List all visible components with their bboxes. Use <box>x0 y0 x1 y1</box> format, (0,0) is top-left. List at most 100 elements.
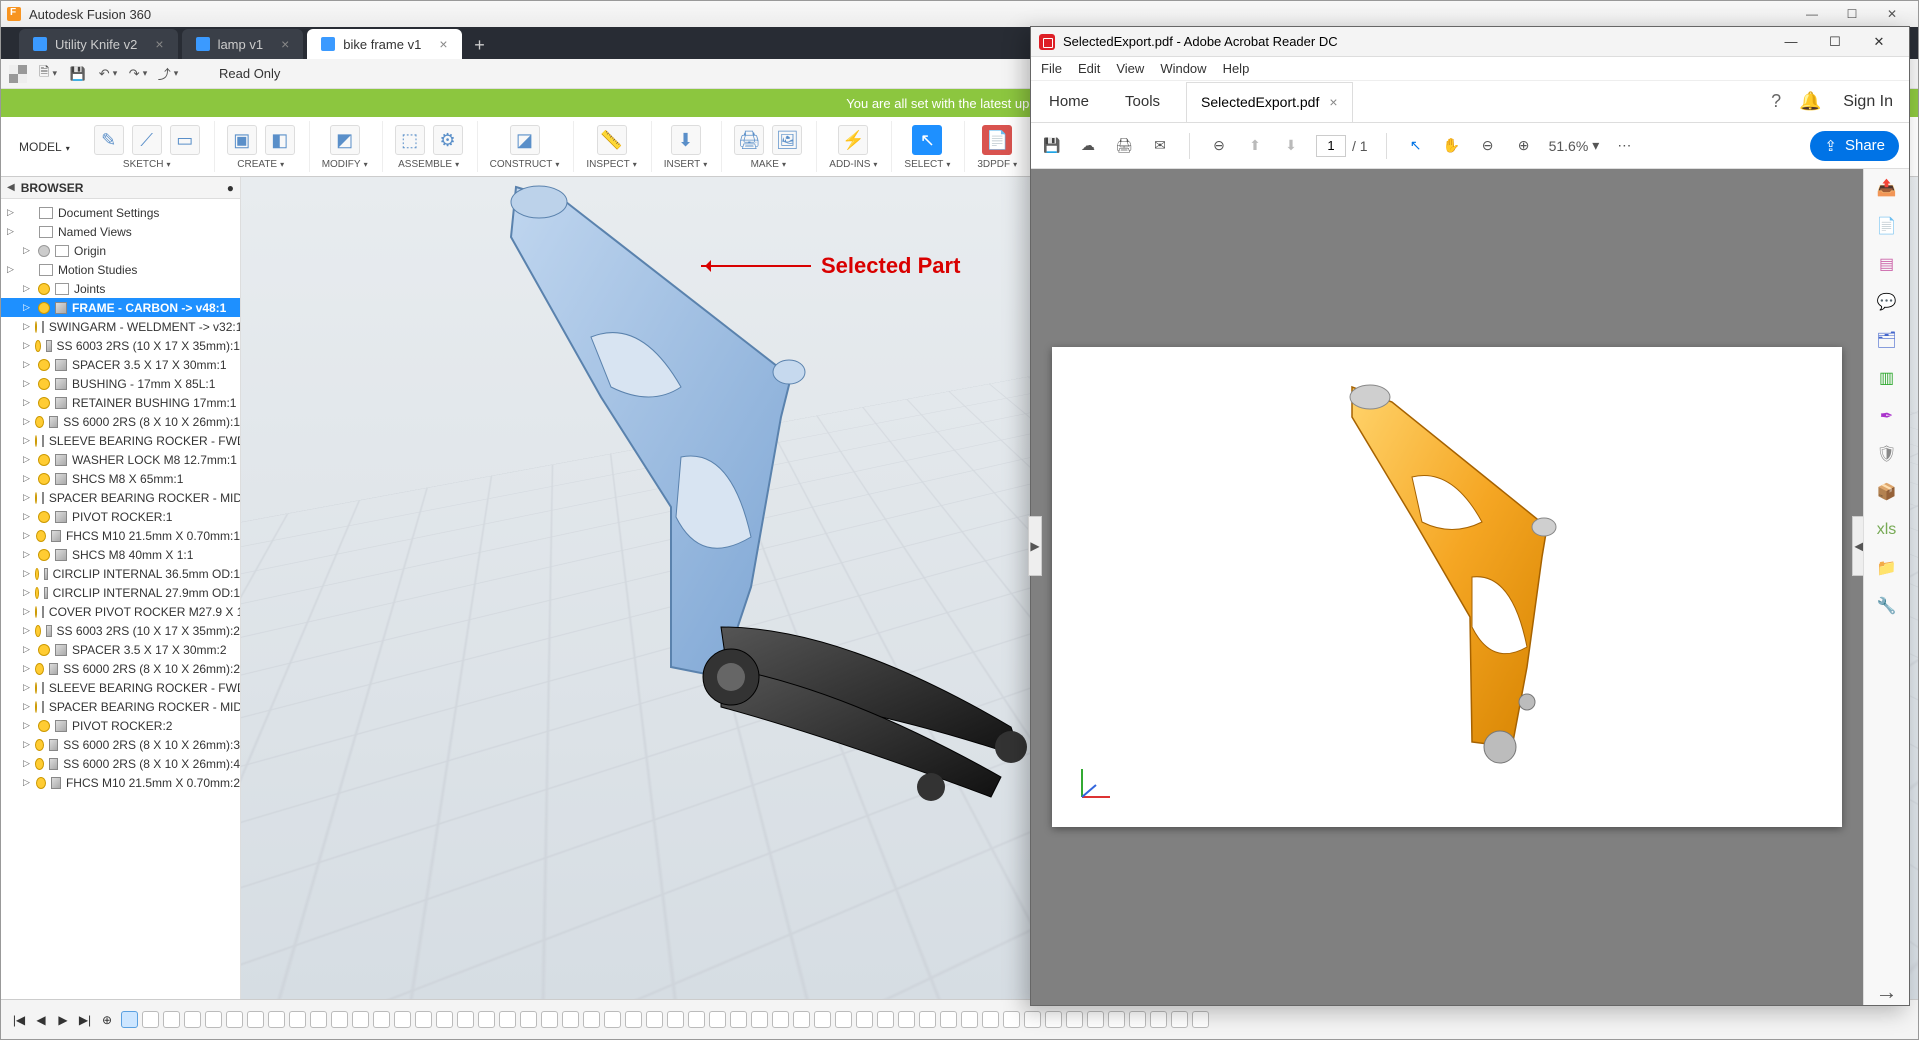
tree-row[interactable]: ▷Origin <box>1 241 240 260</box>
tree-row[interactable]: ▷SPACER 3.5 X 17 X 30mm:1 <box>1 355 240 374</box>
edit-pdf-icon[interactable]: ▤ <box>1874 251 1900 277</box>
tree-row[interactable]: ▷CIRCLIP INTERNAL 36.5mm OD:1 <box>1 564 240 583</box>
collapse-icon[interactable]: ◀ <box>7 182 15 193</box>
close-tab-icon[interactable]: × <box>1329 94 1337 110</box>
extrude-icon[interactable]: ▣ <box>227 125 257 155</box>
maximize-button[interactable]: ☐ <box>1832 3 1872 25</box>
tree-row[interactable]: ▷SHCS M8 40mm X 1:1 <box>1 545 240 564</box>
cloud-icon[interactable]: ☁ <box>1077 135 1099 157</box>
zoom-plus-icon[interactable]: ⊕ <box>1513 135 1535 157</box>
timeline-step[interactable] <box>1003 1011 1020 1028</box>
hand-icon[interactable]: ✋ <box>1441 135 1463 157</box>
tree-row[interactable]: ▷RETAINER BUSHING 17mm:1 <box>1 393 240 412</box>
close-button[interactable]: ✕ <box>1872 3 1912 25</box>
tree-row[interactable]: ▷FHCS M10 21.5mm X 0.70mm:1 <box>1 526 240 545</box>
assemble-icon[interactable]: ⬚ <box>395 125 425 155</box>
timeline-step[interactable] <box>1129 1011 1146 1028</box>
page-down-icon[interactable]: ⬇ <box>1280 135 1302 157</box>
timeline-step[interactable] <box>289 1011 306 1028</box>
comment-icon[interactable]: 💬 <box>1874 289 1900 315</box>
timeline-step[interactable] <box>184 1011 201 1028</box>
export-pdf-icon[interactable]: 📤 <box>1874 175 1900 201</box>
tree-row[interactable]: ▷SS 6000 2RS (8 X 10 X 26mm):4 <box>1 754 240 773</box>
pointer-icon[interactable]: ↖ <box>1405 135 1427 157</box>
zoom-level[interactable]: 51.6%▾ <box>1549 137 1600 154</box>
doc-tab-active[interactable]: bike frame v1× <box>307 29 461 59</box>
tree-row[interactable]: ▷BUSHING - 17mm X 85L:1 <box>1 374 240 393</box>
tree-row[interactable]: ▷CIRCLIP INTERNAL 27.9mm OD:1 <box>1 583 240 602</box>
rect-icon[interactable]: ▭ <box>170 125 200 155</box>
timeline-step[interactable] <box>205 1011 222 1028</box>
tab-tools[interactable]: Tools <box>1107 81 1178 123</box>
close-tab-icon[interactable]: × <box>439 36 447 52</box>
scroll-right-icon[interactable]: → <box>1876 979 1898 1005</box>
tree-row[interactable]: ▷SWINGARM - WELDMENT -> v32:1 <box>1 317 240 336</box>
doc-tab[interactable]: Utility Knife v2× <box>19 29 178 59</box>
timeline-step[interactable] <box>499 1011 516 1028</box>
inspect-icon[interactable]: 📏 <box>597 125 627 155</box>
timeline-step[interactable] <box>730 1011 747 1028</box>
timeline-start-button[interactable]: |◀ <box>11 1013 27 1027</box>
joint-icon[interactable]: ⚙ <box>433 125 463 155</box>
save-icon[interactable]: 💾 <box>69 65 87 83</box>
more-icon[interactable]: ⋯ <box>1613 135 1635 157</box>
timeline-back-button[interactable]: ◀ <box>33 1013 49 1027</box>
sketch-icon[interactable]: ✎ <box>94 125 124 155</box>
menu-window[interactable]: Window <box>1160 61 1206 76</box>
compress-icon[interactable]: 📦 <box>1874 479 1900 505</box>
timeline-step[interactable] <box>814 1011 831 1028</box>
timeline-step[interactable] <box>793 1011 810 1028</box>
timeline-step[interactable] <box>142 1011 159 1028</box>
data-panel-icon[interactable] <box>9 65 27 83</box>
timeline-step[interactable] <box>583 1011 600 1028</box>
file-menu-icon[interactable]: 🗎 <box>39 65 57 83</box>
organize-icon[interactable]: ▥ <box>1874 365 1900 391</box>
timeline-fwd-button[interactable]: ▶| <box>77 1013 93 1027</box>
page-input[interactable] <box>1316 135 1346 157</box>
timeline-step[interactable] <box>1192 1011 1209 1028</box>
tree-row[interactable]: ▷SLEEVE BEARING ROCKER - FWD:2 <box>1 678 240 697</box>
tree-row[interactable]: ▷SS 6000 2RS (8 X 10 X 26mm):2 <box>1 659 240 678</box>
timeline-step[interactable] <box>520 1011 537 1028</box>
timeline-step[interactable] <box>835 1011 852 1028</box>
tree-row[interactable]: ▷WASHER LOCK M8 12.7mm:1 <box>1 450 240 469</box>
tree-row[interactable]: ▷SLEEVE BEARING ROCKER - FWD:1 <box>1 431 240 450</box>
page-up-icon[interactable]: ⬆ <box>1244 135 1266 157</box>
tree-row[interactable]: ▷Joints <box>1 279 240 298</box>
tree-row[interactable]: ▷SPACER BEARING ROCKER - MID I... <box>1 488 240 507</box>
tree-row[interactable]: ▷SS 6003 2RS (10 X 17 X 35mm):1 <box>1 336 240 355</box>
more-tools-icon[interactable]: 📁 <box>1874 555 1900 581</box>
tree-row[interactable]: ▷PIVOT ROCKER:1 <box>1 507 240 526</box>
tree-row[interactable]: ▷Document Settings <box>1 203 240 222</box>
timeline-step[interactable] <box>415 1011 432 1028</box>
timeline-step[interactable] <box>247 1011 264 1028</box>
timeline-step[interactable] <box>394 1011 411 1028</box>
minimize-button[interactable]: — <box>1769 28 1813 56</box>
addins-icon[interactable]: ⚡ <box>838 125 868 155</box>
menu-file[interactable]: File <box>1041 61 1062 76</box>
close-tab-icon[interactable]: × <box>281 36 289 52</box>
print-icon[interactable]: 🖼 <box>772 125 802 155</box>
close-tab-icon[interactable]: × <box>155 36 163 52</box>
timeline-step[interactable] <box>688 1011 705 1028</box>
timeline-step[interactable] <box>856 1011 873 1028</box>
undo-icon[interactable]: ↶ <box>99 65 117 83</box>
timeline-steps[interactable] <box>121 1011 1908 1028</box>
line-icon[interactable]: ⟋ <box>132 125 162 155</box>
tree-row[interactable]: ▷SPACER BEARING ROCKER - MID I... <box>1 697 240 716</box>
tree-row[interactable]: ▷SPACER 3.5 X 17 X 30mm:2 <box>1 640 240 659</box>
new-tab-button[interactable]: + <box>466 31 494 59</box>
timeline-play-button[interactable]: ▶ <box>55 1013 71 1027</box>
pdf-icon[interactable]: 📄 <box>982 125 1012 155</box>
timeline-step[interactable] <box>982 1011 999 1028</box>
zoom-out-icon[interactable]: ⊖ <box>1208 135 1230 157</box>
timeline-end-button[interactable]: ⊕ <box>99 1013 115 1027</box>
timeline-step[interactable] <box>604 1011 621 1028</box>
combine-icon[interactable]: 🗂 <box>1874 327 1900 353</box>
workspace-switcher[interactable]: MODEL <box>9 140 80 154</box>
maximize-button[interactable]: ☐ <box>1813 28 1857 56</box>
timeline-step[interactable] <box>373 1011 390 1028</box>
acrobat-viewer[interactable] <box>1031 169 1863 1005</box>
timeline-step[interactable] <box>226 1011 243 1028</box>
save-icon[interactable]: 💾 <box>1041 135 1063 157</box>
